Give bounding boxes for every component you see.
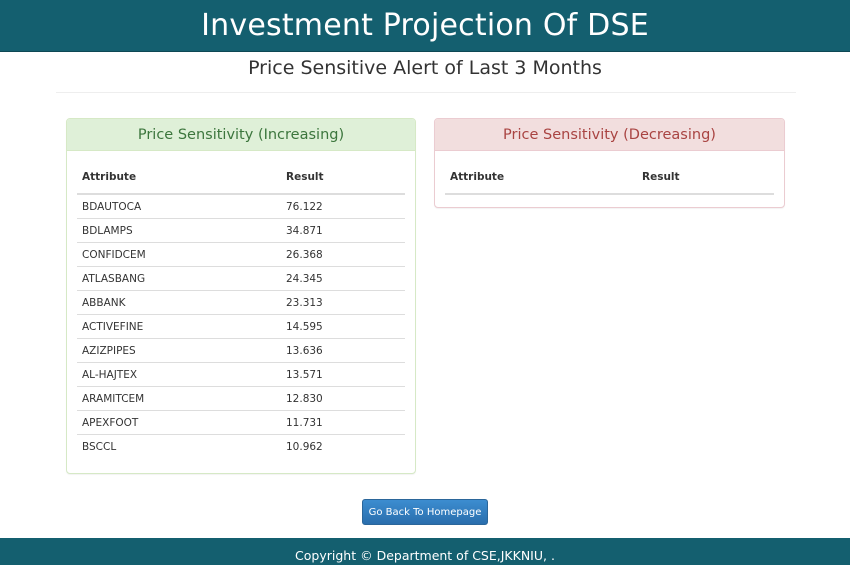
column-header-attribute: Attribute [77, 161, 281, 195]
footer-copyright: Copyright © Department of CSE,JKKNIU, . [295, 548, 555, 563]
table-row: AL-HAJTEX 13.571 [77, 362, 405, 387]
column-header-attribute: Attribute [445, 161, 637, 195]
table-row: ATLASBANG 24.345 [77, 266, 405, 291]
site-title: Investment Projection Of DSE [201, 8, 649, 43]
cell-attribute: BSCCL [77, 434, 281, 458]
cell-attribute: ARAMITCEM [77, 386, 281, 411]
cell-result: 34.871 [281, 218, 405, 243]
increasing-table: Attribute Result BDAUTOCA 76.122 BDLAMPS 34… [77, 161, 405, 458]
cell-attribute: APEXFOOT [77, 410, 281, 435]
table-header-row: Attribute Result [445, 161, 774, 195]
increasing-panel-body: Attribute Result BDAUTOCA 76.122 BDLAMPS 34… [67, 151, 415, 458]
cell-attribute: ACTIVEFINE [77, 314, 281, 339]
table-row: ABBANK 23.313 [77, 290, 405, 315]
go-back-homepage-button[interactable]: Go Back To Homepage [362, 499, 488, 525]
cell-result: 76.122 [286, 200, 323, 213]
page-subtitle: Price Sensitive Alert of Last 3 Months [248, 57, 602, 79]
cell-result: 12.830 [281, 386, 405, 411]
table-row: CONFIDCEM 26.368 [77, 242, 405, 267]
decreasing-table: Attribute Result [445, 161, 774, 195]
table-header-row: Attribute Result [77, 161, 405, 195]
table-row: APEXFOOT 11.731 [77, 410, 405, 435]
increasing-panel-heading: Price Sensitivity (Increasing) [67, 119, 415, 151]
decreasing-panel: Price Sensitivity (Decreasing) Attribute… [434, 118, 785, 208]
cell-attribute: AZIZPIPES [77, 338, 281, 363]
divider [56, 92, 796, 93]
cell-result: 23.313 [281, 290, 405, 315]
table-row: BSCCL 10.962 [77, 434, 405, 458]
increasing-table-body: BDAUTOCA 76.122 BDLAMPS 34.871 CONFIDCEM 26.3… [77, 194, 405, 458]
decreasing-panel-body: Attribute Result [435, 151, 784, 195]
cell-result: 13.571 [281, 362, 405, 387]
cell-attribute: ATLASBANG [77, 266, 281, 291]
cell-attribute: ABBANK [77, 290, 281, 315]
cell-result: 11.731 [281, 410, 405, 435]
column-header-result: Result [281, 161, 405, 195]
cell-result: 14.595 [281, 314, 405, 339]
table-row: ARAMITCEM 12.830 [77, 386, 405, 411]
table-row: BDAUTOCA 76.122 [77, 194, 405, 219]
cell-result: 26.368 [281, 242, 405, 267]
decreasing-panel-heading: Price Sensitivity (Decreasing) [435, 119, 784, 151]
cell-result: 10.962 [281, 434, 405, 458]
cell-attribute: BDLAMPS [77, 218, 281, 243]
cell-attribute: AL-HAJTEX [77, 362, 281, 387]
table-row: AZIZPIPES 13.636 [77, 338, 405, 363]
increasing-panel: Price Sensitivity (Increasing) Attribute… [66, 118, 416, 474]
table-row: BDLAMPS 34.871 [77, 218, 405, 243]
cell-result: 24.345 [281, 266, 405, 291]
column-header-result: Result [637, 161, 774, 195]
site-header: Investment Projection Of DSE [0, 0, 850, 52]
site-footer: Copyright © Department of CSE,JKKNIU, . [0, 538, 850, 565]
cell-result: 13.636 [281, 338, 405, 363]
table-row: ACTIVEFINE 14.595 [77, 314, 405, 339]
cell-attribute: BDAUTOCA [82, 200, 142, 213]
cell-attribute: CONFIDCEM [77, 242, 281, 267]
